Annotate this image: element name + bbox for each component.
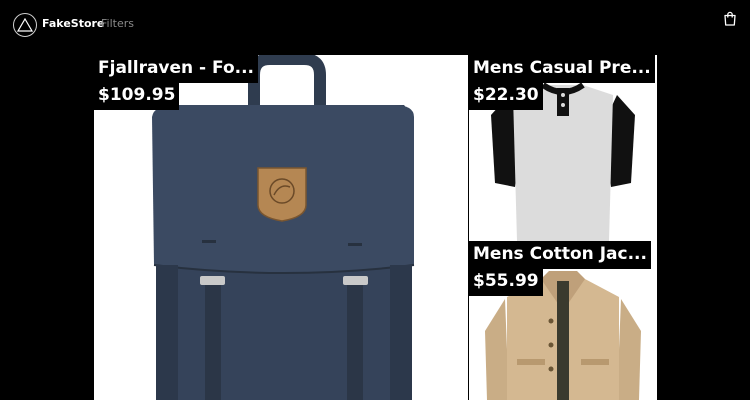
top-navbar: FakeStore Filters bbox=[0, 0, 750, 50]
product-price: $22.30 bbox=[469, 83, 543, 110]
cart-button[interactable] bbox=[721, 11, 738, 29]
product-price: $109.95 bbox=[94, 83, 180, 110]
product-title: Fjallraven - Fo... bbox=[94, 55, 259, 83]
brand-name[interactable]: FakeStore bbox=[42, 17, 104, 30]
product-card[interactable]: Mens Casual Pre... $22.30 bbox=[469, 55, 657, 241]
shopping-bag-icon bbox=[723, 11, 736, 26]
product-title: Mens Cotton Jac... bbox=[469, 241, 651, 269]
product-title: Mens Casual Pre... bbox=[469, 55, 655, 83]
product-price: $55.99 bbox=[469, 269, 543, 296]
triangle-logo-icon[interactable] bbox=[13, 13, 37, 37]
product-card[interactable]: Fjallraven - Fo... $109.95 bbox=[94, 55, 468, 400]
product-card[interactable]: Mens Cotton Jac... $55.99 bbox=[469, 241, 657, 400]
nav-link-filters[interactable]: Filters bbox=[101, 17, 134, 30]
